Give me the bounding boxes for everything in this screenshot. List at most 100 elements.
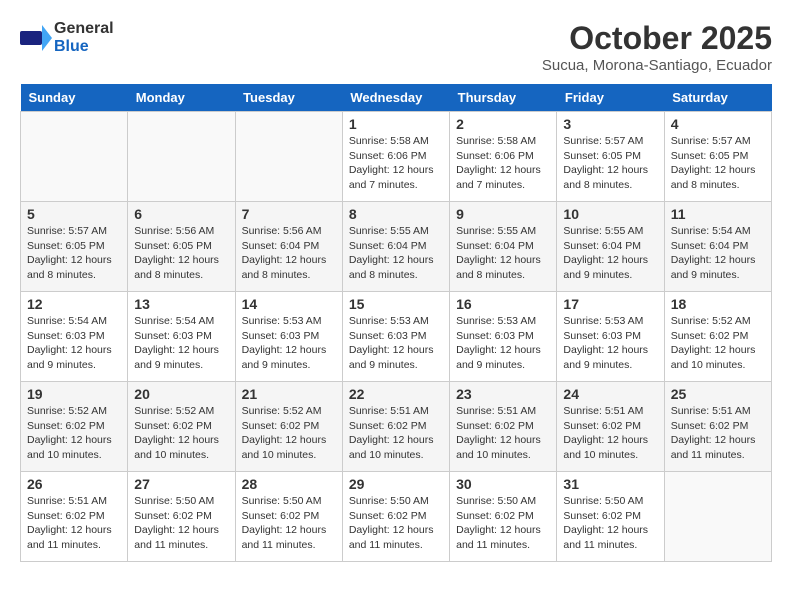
day-info: Sunrise: 5:56 AMSunset: 6:05 PMDaylight:… [134, 224, 228, 283]
day-number: 19 [27, 386, 121, 402]
day-info: Sunrise: 5:51 AMSunset: 6:02 PMDaylight:… [456, 404, 550, 463]
day-cell: 4 Sunrise: 5:57 AMSunset: 6:05 PMDaylight… [664, 112, 771, 202]
col-wednesday: Wednesday [342, 84, 449, 112]
day-number: 30 [456, 476, 550, 492]
day-cell: 6 Sunrise: 5:56 AMSunset: 6:05 PMDaylight… [128, 202, 235, 292]
day-info: Sunrise: 5:55 AMSunset: 6:04 PMDaylight:… [563, 224, 657, 283]
day-number: 16 [456, 296, 550, 312]
day-cell: 22 Sunrise: 5:51 AMSunset: 6:02 PMDayligh… [342, 382, 449, 472]
day-number: 8 [349, 206, 443, 222]
col-tuesday: Tuesday [235, 84, 342, 112]
day-number: 25 [671, 386, 765, 402]
day-number: 22 [349, 386, 443, 402]
day-cell: 13 Sunrise: 5:54 AMSunset: 6:03 PMDayligh… [128, 292, 235, 382]
day-info: Sunrise: 5:57 AMSunset: 6:05 PMDaylight:… [563, 134, 657, 193]
day-cell: 24Sunrise: 5:51 AMSunset: 6:02 PMDayligh… [557, 382, 664, 472]
day-info: Sunrise: 5:57 AMSunset: 6:05 PMDaylight:… [27, 224, 121, 283]
day-number: 6 [134, 206, 228, 222]
day-number: 9 [456, 206, 550, 222]
day-cell: 10 Sunrise: 5:55 AMSunset: 6:04 PMDayligh… [557, 202, 664, 292]
day-info: Sunrise: 5:51 AMSunset: 6:02 PMDaylight:… [349, 404, 443, 463]
logo-blue: Blue [54, 38, 89, 55]
day-info: Sunrise: 5:50 AMSunset: 6:02 PMDaylight:… [349, 494, 443, 553]
day-cell: 31 Sunrise: 5:50 AMSunset: 6:02 PMDayligh… [557, 472, 664, 562]
day-number: 5 [27, 206, 121, 222]
day-number: 24 [563, 386, 657, 402]
day-info: Sunrise: 5:55 AMSunset: 6:04 PMDaylight:… [456, 224, 550, 283]
day-info: Sunrise: 5:57 AMSunset: 6:05 PMDaylight:… [671, 134, 765, 193]
day-info: Sunrise: 5:53 AMSunset: 6:03 PMDaylight:… [242, 314, 336, 373]
day-cell: 29Sunrise: 5:50 AMSunset: 6:02 PMDayligh… [342, 472, 449, 562]
week-row-3: 12 Sunrise: 5:54 AMSunset: 6:03 PMDayligh… [21, 292, 772, 382]
week-row-4: 19 Sunrise: 5:52 AMSunset: 6:02 PMDayligh… [21, 382, 772, 472]
col-monday: Monday [128, 84, 235, 112]
title-area: October 2025 Sucua, Morona-Santiago, Ecu… [542, 20, 772, 74]
month-title: October 2025 [542, 20, 772, 57]
day-number: 4 [671, 116, 765, 132]
day-cell: 17Sunrise: 5:53 AMSunset: 6:03 PMDayligh… [557, 292, 664, 382]
day-cell: 18 Sunrise: 5:52 AMSunset: 6:02 PMDayligh… [664, 292, 771, 382]
col-friday: Friday [557, 84, 664, 112]
day-info: Sunrise: 5:50 AMSunset: 6:02 PMDaylight:… [563, 494, 657, 553]
day-cell: 15 Sunrise: 5:53 AMSunset: 6:03 PMDayligh… [342, 292, 449, 382]
day-info: Sunrise: 5:53 AMSunset: 6:03 PMDaylight:… [349, 314, 443, 373]
day-number: 3 [563, 116, 657, 132]
day-number: 26 [27, 476, 121, 492]
day-info: Sunrise: 5:54 AMSunset: 6:03 PMDaylight:… [27, 314, 121, 373]
day-cell: 16Sunrise: 5:53 AMSunset: 6:03 PMDayligh… [450, 292, 557, 382]
col-thursday: Thursday [450, 84, 557, 112]
day-cell: 26 Sunrise: 5:51 AMSunset: 6:02 PMDayligh… [21, 472, 128, 562]
day-info: Sunrise: 5:54 AMSunset: 6:04 PMDaylight:… [671, 224, 765, 283]
day-number: 18 [671, 296, 765, 312]
day-cell: 3 Sunrise: 5:57 AMSunset: 6:05 PMDaylight… [557, 112, 664, 202]
day-info: Sunrise: 5:58 AMSunset: 6:06 PMDaylight:… [349, 134, 443, 193]
day-cell: 27Sunrise: 5:50 AMSunset: 6:02 PMDayligh… [128, 472, 235, 562]
day-cell [235, 112, 342, 202]
logo-icon [20, 25, 52, 51]
day-info: Sunrise: 5:50 AMSunset: 6:02 PMDaylight:… [242, 494, 336, 553]
week-row-5: 26 Sunrise: 5:51 AMSunset: 6:02 PMDayligh… [21, 472, 772, 562]
day-number: 2 [456, 116, 550, 132]
day-cell [21, 112, 128, 202]
day-cell: 8 Sunrise: 5:55 AMSunset: 6:04 PMDaylight… [342, 202, 449, 292]
day-info: Sunrise: 5:52 AMSunset: 6:02 PMDaylight:… [27, 404, 121, 463]
day-info: Sunrise: 5:54 AMSunset: 6:03 PMDaylight:… [134, 314, 228, 373]
day-info: Sunrise: 5:56 AMSunset: 6:04 PMDaylight:… [242, 224, 336, 283]
day-cell: 30 Sunrise: 5:50 AMSunset: 6:02 PMDayligh… [450, 472, 557, 562]
day-cell: 9 Sunrise: 5:55 AMSunset: 6:04 PMDaylight… [450, 202, 557, 292]
day-number: 12 [27, 296, 121, 312]
day-number: 31 [563, 476, 657, 492]
day-number: 10 [563, 206, 657, 222]
day-number: 21 [242, 386, 336, 402]
day-info: Sunrise: 5:58 AMSunset: 6:06 PMDaylight:… [456, 134, 550, 193]
day-number: 14 [242, 296, 336, 312]
day-number: 11 [671, 206, 765, 222]
day-info: Sunrise: 5:52 AMSunset: 6:02 PMDaylight:… [671, 314, 765, 373]
day-cell: 12 Sunrise: 5:54 AMSunset: 6:03 PMDayligh… [21, 292, 128, 382]
day-number: 15 [349, 296, 443, 312]
day-cell: 23 Sunrise: 5:51 AMSunset: 6:02 PMDayligh… [450, 382, 557, 472]
day-info: Sunrise: 5:50 AMSunset: 6:02 PMDaylight:… [134, 494, 228, 553]
location-subtitle: Sucua, Morona-Santiago, Ecuador [542, 57, 772, 74]
day-cell [128, 112, 235, 202]
header-row: Sunday Monday Tuesday Wednesday Thursday… [21, 84, 772, 112]
day-cell: 28 Sunrise: 5:50 AMSunset: 6:02 PMDayligh… [235, 472, 342, 562]
day-info: Sunrise: 5:55 AMSunset: 6:04 PMDaylight:… [349, 224, 443, 283]
day-number: 13 [134, 296, 228, 312]
col-saturday: Saturday [664, 84, 771, 112]
day-cell: 11 Sunrise: 5:54 AMSunset: 6:04 PMDayligh… [664, 202, 771, 292]
day-number: 23 [456, 386, 550, 402]
day-info: Sunrise: 5:53 AMSunset: 6:03 PMDaylight:… [563, 314, 657, 373]
day-cell: 25Sunrise: 5:51 AMSunset: 6:02 PMDayligh… [664, 382, 771, 472]
day-cell: 20Sunrise: 5:52 AMSunset: 6:02 PMDayligh… [128, 382, 235, 472]
day-info: Sunrise: 5:50 AMSunset: 6:02 PMDaylight:… [456, 494, 550, 553]
day-number: 1 [349, 116, 443, 132]
day-number: 20 [134, 386, 228, 402]
day-number: 28 [242, 476, 336, 492]
day-number: 7 [242, 206, 336, 222]
day-info: Sunrise: 5:51 AMSunset: 6:02 PMDaylight:… [27, 494, 121, 553]
week-row-1: 1 Sunrise: 5:58 AMSunset: 6:06 PMDaylight… [21, 112, 772, 202]
day-cell: 2 Sunrise: 5:58 AMSunset: 6:06 PMDaylight… [450, 112, 557, 202]
logo-general: General [54, 20, 114, 37]
day-cell: 19 Sunrise: 5:52 AMSunset: 6:02 PMDayligh… [21, 382, 128, 472]
